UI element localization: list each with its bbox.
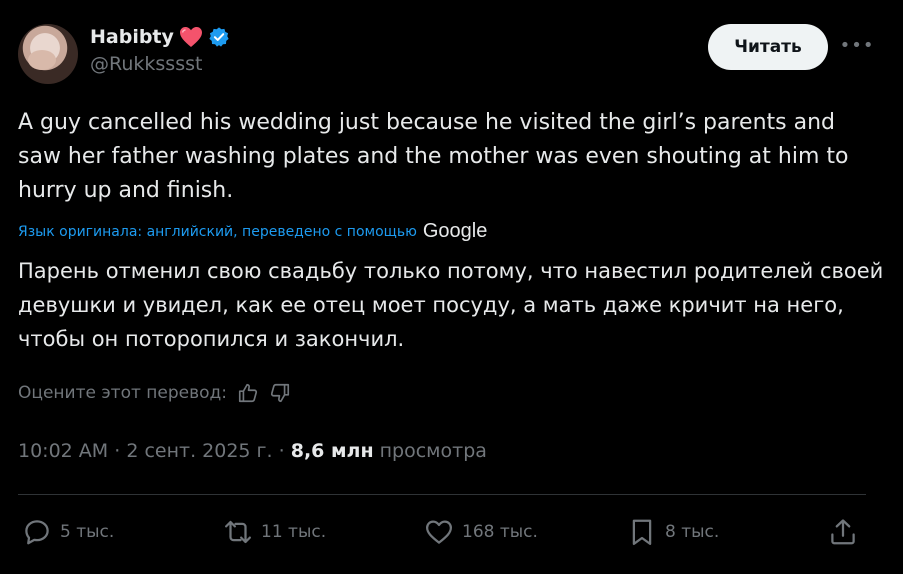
share-icon <box>831 519 855 545</box>
google-logo: Google <box>422 220 488 242</box>
tweet-date[interactable]: 2 сент. 2025 г. <box>126 440 272 462</box>
follow-read-button[interactable]: Читать <box>708 24 828 70</box>
share-button[interactable] <box>828 510 858 554</box>
tweet-time[interactable]: 10:02 AM <box>18 440 108 462</box>
like-button[interactable]: 168 тыс. <box>424 510 538 554</box>
heart-emoji-icon <box>179 27 202 47</box>
meta-separator: · <box>278 440 291 462</box>
author-name[interactable]: Habibty <box>90 26 174 48</box>
tweet-meta: 10:02 AM · 2 сент. 2025 г. · 8,6 млн про… <box>18 440 487 462</box>
thumbs-down-icon[interactable] <box>269 382 291 404</box>
rate-translation-label: Оцените этот перевод: <box>18 383 228 403</box>
heart-icon <box>426 520 452 544</box>
meta-separator: · <box>114 440 127 462</box>
like-count: 168 тыс. <box>462 522 538 542</box>
repost-icon <box>225 520 251 544</box>
author-handle[interactable]: @Rukksssst <box>90 53 230 75</box>
avatar[interactable] <box>18 24 78 84</box>
bookmark-icon <box>632 519 652 545</box>
translation-note[interactable]: Язык оригинала: английский, переведено с… <box>18 220 487 243</box>
thumbs-up-icon[interactable] <box>237 382 259 404</box>
verified-badge-icon[interactable] <box>208 26 230 48</box>
reply-count: 5 тыс. <box>60 522 115 542</box>
bookmark-button[interactable]: 8 тыс. <box>627 510 719 554</box>
tweet-text: A guy cancelled his wedding just because… <box>18 110 849 203</box>
bookmark-count: 8 тыс. <box>665 522 720 542</box>
repost-button[interactable]: 11 тыс. <box>223 510 326 554</box>
author-block: Habibty @Rukksssst <box>90 26 230 75</box>
reply-icon <box>25 520 49 545</box>
rate-translation-row: Оцените этот перевод: <box>18 382 291 404</box>
translation-note-text[interactable]: Язык оригинала: английский, переведено с… <box>18 224 417 240</box>
repost-count: 11 тыс. <box>261 522 327 542</box>
divider <box>18 494 866 495</box>
tweet-header: Habibty @Rukksssst Читать ••• <box>18 22 903 84</box>
views-count[interactable]: 8,6 млн <box>291 440 374 462</box>
translated-text: Парень отменил свою свадьбу только потом… <box>18 259 884 351</box>
views-label: просмотра <box>379 440 487 462</box>
action-bar: 5 тыс. 11 тыс. 168 тыс. 8 тыс. <box>18 510 866 554</box>
reply-button[interactable]: 5 тыс. <box>22 510 114 554</box>
more-options-icon[interactable]: ••• <box>840 30 874 60</box>
